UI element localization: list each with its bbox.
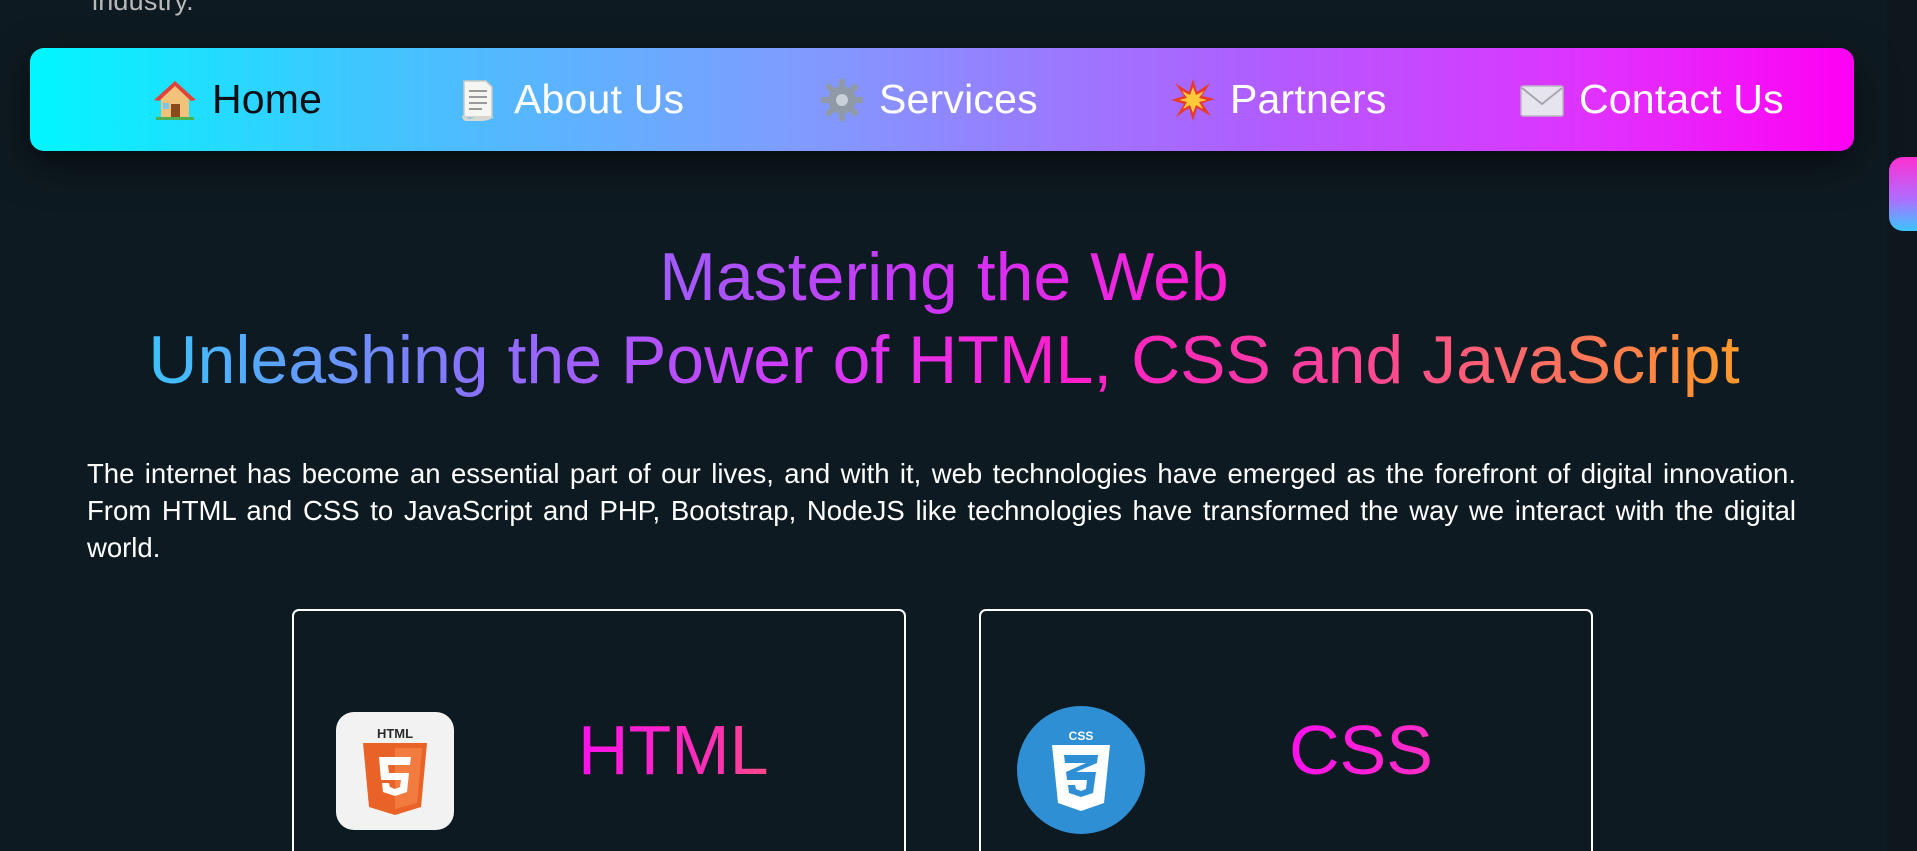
scrollbar-thumb[interactable] bbox=[1889, 157, 1917, 231]
gear-icon bbox=[819, 77, 865, 123]
nav-label-contact-us: Contact Us bbox=[1579, 76, 1784, 122]
nav-item-about-us[interactable]: About Us bbox=[454, 48, 684, 151]
collision-icon bbox=[1170, 77, 1216, 123]
page-icon bbox=[454, 77, 500, 123]
hero-title-line1: Mastering the Web bbox=[659, 239, 1229, 315]
nav-label-home: Home bbox=[212, 76, 323, 122]
nav-label-partners: Partners bbox=[1230, 76, 1387, 122]
nav-item-services[interactable]: Services bbox=[819, 48, 1038, 151]
nav-label-about-us: About Us bbox=[514, 76, 685, 122]
nav-item-contact-us[interactable]: Contact Us bbox=[1519, 48, 1784, 151]
css-logo-text: CSS bbox=[1069, 729, 1094, 743]
scrollbar-track[interactable] bbox=[1887, 0, 1917, 851]
html-logo-text: HTML bbox=[377, 726, 413, 741]
tech-card-html[interactable]: HTML HTML bbox=[292, 609, 906, 851]
css3-logo-icon: CSS bbox=[1017, 706, 1145, 834]
intro-paragraph: The internet has become an essential par… bbox=[87, 458, 1796, 563]
hero-title: Mastering the Web bbox=[0, 243, 1888, 311]
envelope-icon bbox=[1519, 77, 1565, 123]
nav-item-home[interactable]: Home bbox=[152, 48, 322, 151]
previous-section-text: industry. bbox=[92, 0, 194, 16]
nav-item-partners[interactable]: Partners bbox=[1170, 48, 1387, 151]
html5-logo-icon: HTML bbox=[336, 712, 454, 830]
house-icon bbox=[152, 77, 198, 123]
hero-title-line2: Unleashing the Power of HTML, CSS and Ja… bbox=[148, 322, 1740, 398]
card-title-css-text: CSS bbox=[1289, 711, 1433, 789]
card-title-html: HTML bbox=[578, 715, 769, 785]
main-navbar: Home About Us Services Partners Contact … bbox=[30, 48, 1854, 151]
tech-card-css[interactable]: CSS CSS bbox=[979, 609, 1593, 851]
card-title-css: CSS bbox=[1289, 715, 1433, 785]
hero-subtitle: Unleashing the Power of HTML, CSS and Ja… bbox=[0, 326, 1888, 394]
card-title-html-text: HTML bbox=[578, 711, 769, 789]
nav-label-services: Services bbox=[879, 76, 1038, 122]
page: industry. Home About Us Services Partner… bbox=[0, 0, 1917, 851]
